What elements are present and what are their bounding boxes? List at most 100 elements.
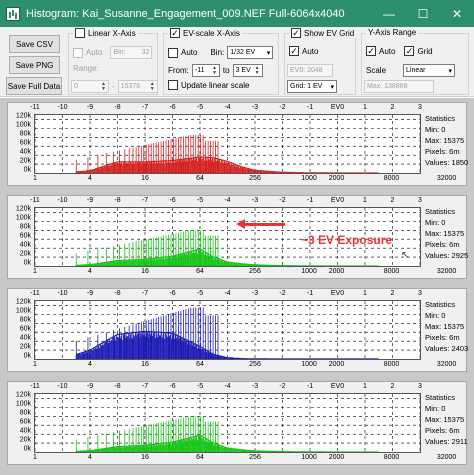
update-linear-scale-checkbox[interactable] xyxy=(168,80,178,90)
value-tick-row: 1 4 16 64 256 1000 2000 8000 32000 xyxy=(33,175,456,184)
ev-tick-row: -11 -10 -9 -8 -7 -6 -5 -4 -3 -2 -1 EV0 1 2 3 xyxy=(30,383,422,392)
value-tick-label: 1000 xyxy=(301,361,317,368)
linear-x-axis-toggle[interactable]: Linear X-Axis xyxy=(73,28,138,38)
value-tick-label: 4 xyxy=(88,454,92,461)
linear-bin-field[interactable]: Bin: 32 xyxy=(110,46,153,59)
value-tick-label: 1 xyxy=(33,454,37,461)
ev-to-input[interactable]: 3 EV ▲ ▼ xyxy=(232,64,263,77)
value-tick-label: 1 xyxy=(33,268,37,275)
value-tick-label: 8000 xyxy=(383,175,400,182)
show-ev-grid-checkbox[interactable]: ✓ xyxy=(291,28,301,38)
value-tick-label: 8000 xyxy=(383,361,400,368)
value-tick-label: 16 xyxy=(141,175,149,182)
ev-tick-label: EV0 xyxy=(330,383,345,390)
ev-tick-label: 3 xyxy=(418,383,422,390)
y-grid-checkbox[interactable]: ✓ xyxy=(404,46,415,56)
y-tick-label: 80k xyxy=(19,130,31,138)
close-button[interactable]: ✕ xyxy=(440,0,474,27)
ev-tick-label: -8 xyxy=(114,383,121,390)
value-tick-label: 4 xyxy=(88,268,92,275)
exposure-annotation-text: ~3 EV Exposure xyxy=(301,233,393,247)
title-bar: Histogram: Kai_Susanne_Engagement_009.NE… xyxy=(0,0,474,27)
ev-tick-row: -11 -10 -9 -8 -7 -6 -5 -4 -3 -2 -1 EV0 1 2 3 xyxy=(30,197,422,206)
ev-tick-label: -4 xyxy=(224,383,231,390)
ev-tick-label: -1 xyxy=(306,290,314,297)
ev-tick-label: 3 xyxy=(418,290,422,297)
ev-tick-label: -7 xyxy=(141,383,149,390)
ev-tick-label: -10 xyxy=(57,197,68,204)
ev-tick-label: -8 xyxy=(114,290,121,297)
statistics-max: Max: 15375 xyxy=(425,229,465,238)
y-tick-label: 120k xyxy=(15,205,31,213)
value-tick-label: 1 xyxy=(33,175,37,182)
statistics-pixels: Pixels: 6m xyxy=(425,426,460,435)
minimize-button[interactable]: — xyxy=(372,0,406,27)
value-tick-label: 2000 xyxy=(328,268,345,275)
linear-x-axis-group: Linear X-Axis Auto Bin: 32 Range: 0 ▲ ▼ - 1… xyxy=(68,28,158,95)
show-ev-grid-label: Show EV Grid xyxy=(304,28,355,38)
y-axis-labels: 120k 100k 80k 60k 40k 20k 0k xyxy=(8,205,33,267)
y-auto-checkbox[interactable]: ✓ xyxy=(366,46,376,56)
value-tick-row: 1 4 16 64 256 1000 2000 8000 32000 xyxy=(33,454,456,463)
ev-auto-checkbox[interactable] xyxy=(168,47,178,58)
maximize-button[interactable]: ☐ xyxy=(406,0,440,27)
value-tick-label: 8000 xyxy=(383,454,400,461)
value-tick-label: 4 xyxy=(88,361,92,368)
ev-from-input[interactable]: -11 ▲ ▼ xyxy=(191,64,220,77)
y-max-field[interactable]: Max: 138888 xyxy=(364,80,434,93)
ev-scale-toggle[interactable]: ✓ EV-scale X-Axis xyxy=(168,28,242,38)
toolbar: Save CSV Save PNG Save Full Data Linear … xyxy=(0,27,474,97)
ev-tick-label: -7 xyxy=(141,197,149,204)
linear-range-from-input[interactable]: 0 ▲ ▼ xyxy=(71,80,109,93)
y-tick-label: 0k xyxy=(23,166,31,174)
y-tick-label: 120k xyxy=(15,298,31,306)
ev-tick-label: -10 xyxy=(57,383,68,390)
show-ev-grid-toggle[interactable]: ✓ Show EV Grid xyxy=(289,28,357,38)
linear-auto-checkbox[interactable] xyxy=(73,47,83,58)
ev-tick-label: -7 xyxy=(141,290,149,297)
linear-x-axis-label: Linear X-Axis xyxy=(88,28,136,38)
ev-tick-label: -2 xyxy=(279,197,286,204)
y-tick-label: 0k xyxy=(23,352,31,360)
ev-tick-label: -9 xyxy=(86,104,94,111)
histogram-panel-green: -11 -10 -9 -8 -7 -6 -5 -4 -3 -2 -1 EV0 1 2 3 120k 100k 80… xyxy=(7,195,469,279)
statistics-min: Min: 0 xyxy=(425,218,446,227)
ev-tick-label: -3 xyxy=(251,197,259,204)
statistics-values: Values: 2925 xyxy=(425,251,469,260)
value-tick-label: 1000 xyxy=(301,454,317,461)
linear-x-axis-checkbox[interactable] xyxy=(75,28,85,38)
y-tick-label: 120k xyxy=(15,391,31,399)
y-scale-select[interactable]: Linear ▾ xyxy=(403,64,456,77)
ev-tick-label: 1 xyxy=(363,290,367,297)
ev-bin-select[interactable]: 1/32 EV ▾ xyxy=(227,46,274,59)
y-tick-label: 60k xyxy=(19,139,31,147)
y-tick-label: 120k xyxy=(15,112,31,120)
histogram-panel-green: -11 -10 -9 -8 -7 -6 -5 -4 -3 -2 -1 EV0 1 2 3 120k 100k 80… xyxy=(7,381,468,465)
ev-tick-label: -6 xyxy=(169,197,176,204)
save-full-data-button[interactable]: Save Full Data xyxy=(6,77,62,95)
linear-auto-label: Auto xyxy=(86,48,103,57)
ev-tick-label: EV0 xyxy=(330,197,345,204)
ev-scale-checkbox[interactable]: ✓ xyxy=(170,28,180,38)
ev-auto-label: Auto xyxy=(181,48,198,57)
ev-tick-label: -10 xyxy=(57,104,68,111)
value-tick-label: 256 xyxy=(249,268,261,275)
ev-tick-label: -1 xyxy=(306,104,314,111)
histogram-svg xyxy=(35,301,420,359)
statistics-values: Values: 2403 xyxy=(425,344,469,353)
statistics-max: Max: 15375 xyxy=(425,415,465,424)
ev-tick-label: 2 xyxy=(390,197,395,204)
histogram-plot-green xyxy=(34,393,421,453)
value-tick-label: 16 xyxy=(141,268,149,275)
ev-tick-label: -6 xyxy=(169,290,176,297)
ev-tick-label: -8 xyxy=(114,104,121,111)
ev-grid-auto-checkbox[interactable]: ✓ xyxy=(289,46,299,56)
grid-step-select[interactable]: Grid: 1 EV ▾ xyxy=(287,80,337,93)
ev0-field[interactable]: EV0: 2048 xyxy=(287,64,333,77)
ev-tick-label: -2 xyxy=(279,383,286,390)
save-csv-button[interactable]: Save CSV xyxy=(9,35,60,53)
save-png-button[interactable]: Save PNG xyxy=(9,56,60,74)
linear-range-to-input[interactable]: 15376 ▲ ▼ xyxy=(117,80,158,93)
histogram-panel-red: -11 -10 -9 -8 -7 -6 -5 -4 -3 -2 -1 EV0 1 2 3 120k 100k 80… xyxy=(7,102,468,186)
histogram-svg xyxy=(35,115,420,173)
